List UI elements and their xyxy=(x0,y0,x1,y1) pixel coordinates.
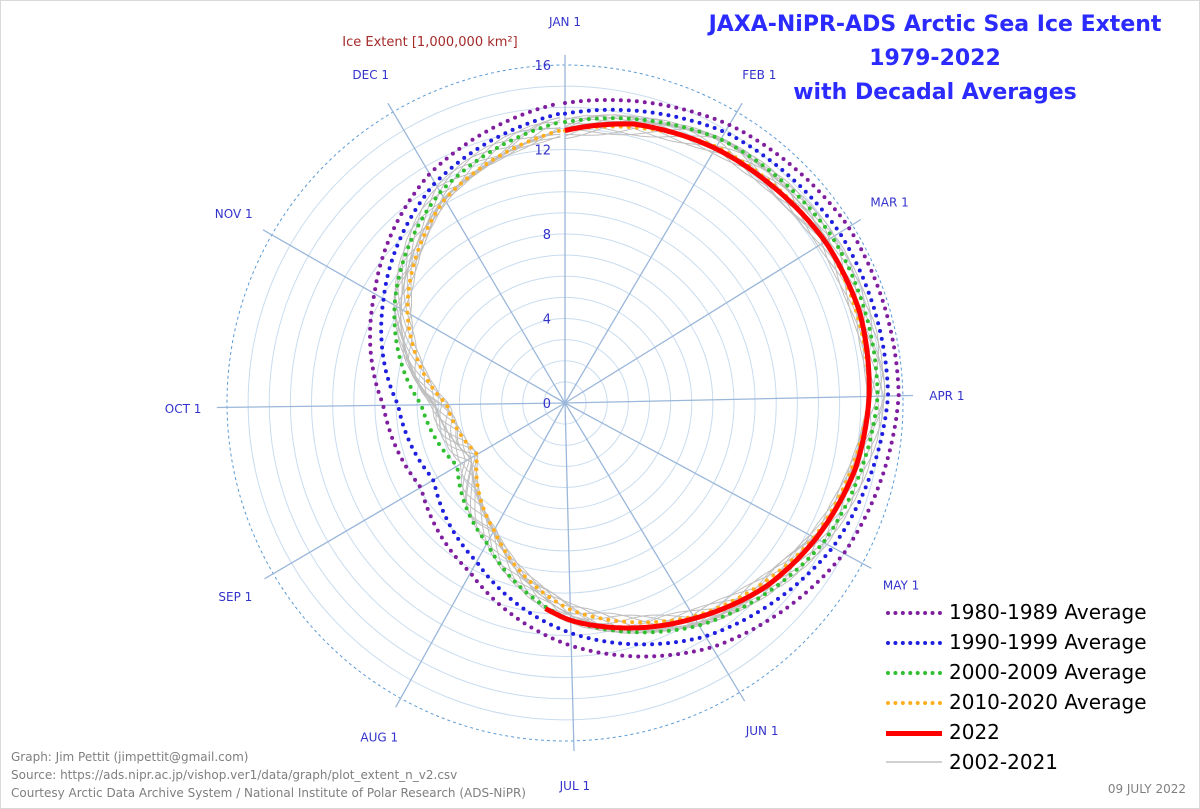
radial-axis-label: Ice Extent [1,000,000 km²] xyxy=(342,35,517,50)
footer-courtesy: Courtesy Arctic Data Archive System / Na… xyxy=(11,786,526,800)
month-label: AUG 1 xyxy=(360,731,398,745)
radial-tick-label: 0 xyxy=(543,397,551,412)
month-label: JUN 1 xyxy=(745,724,779,738)
radial-tick-label: 4 xyxy=(543,313,551,328)
series-line-1980-1989-average xyxy=(367,97,901,659)
legend-swatch xyxy=(886,731,942,736)
radial-tick-label: 16 xyxy=(534,59,551,74)
month-spoke xyxy=(395,402,566,708)
legend-swatch xyxy=(886,671,942,675)
month-label: OCT 1 xyxy=(165,402,202,416)
legend-swatch xyxy=(886,761,942,763)
footer-graph-credit: Graph: Jim Pettit (jimpettit@gmail.com) xyxy=(11,750,249,764)
legend-swatch xyxy=(886,641,942,645)
legend-label: 1990-1999 Average xyxy=(949,630,1147,654)
series-line-2002-2021 xyxy=(397,117,880,632)
month-label: DEC 1 xyxy=(352,68,389,82)
legend-label: 2022 xyxy=(949,720,1000,744)
series-line-2002-2021 xyxy=(397,117,880,631)
legend-label: 2002-2021 xyxy=(949,750,1059,774)
month-spoke xyxy=(564,218,862,404)
chart-title-line2: 1979-2022 xyxy=(869,46,1001,71)
month-label: MAY 1 xyxy=(883,578,919,592)
month-label: JUL 1 xyxy=(559,779,590,793)
month-spokes xyxy=(216,54,914,752)
month-label: APR 1 xyxy=(929,389,964,403)
footer-date: 09 JULY 2022 xyxy=(1107,782,1186,796)
series-layer xyxy=(367,97,901,659)
radial-tick-label: 12 xyxy=(534,144,551,159)
legend-label: 1980-1989 Average xyxy=(949,600,1147,624)
month-label: SEP 1 xyxy=(218,590,252,604)
chart-title-line1: JAXA-NiPR-ADS Arctic Sea Ice Extent xyxy=(708,12,1162,37)
radial-tick-label: 8 xyxy=(543,228,551,243)
month-label: JAN 1 xyxy=(548,15,581,29)
footer-source: Source: https://ads.nipr.ac.jp/vishop.ve… xyxy=(11,768,458,782)
legend-swatch xyxy=(886,701,942,705)
month-label: NOV 1 xyxy=(215,207,253,221)
chart-title-line3: with Decadal Averages xyxy=(793,80,1077,105)
month-label: MAR 1 xyxy=(870,196,908,210)
legend-label: 2010-2020 Average xyxy=(949,690,1147,714)
series-line-2000-2009-average xyxy=(392,116,880,635)
polar-chart: 0481216 JAN 1FEB 1MAR 1APR 1MAY 1JUN 1JU… xyxy=(165,15,965,793)
legend-swatch xyxy=(886,611,942,615)
month-spoke xyxy=(264,402,566,580)
legend-label: 2000-2009 Average xyxy=(949,660,1147,684)
radial-tick-labels: 0 4 8 12 16 xyxy=(534,59,551,412)
